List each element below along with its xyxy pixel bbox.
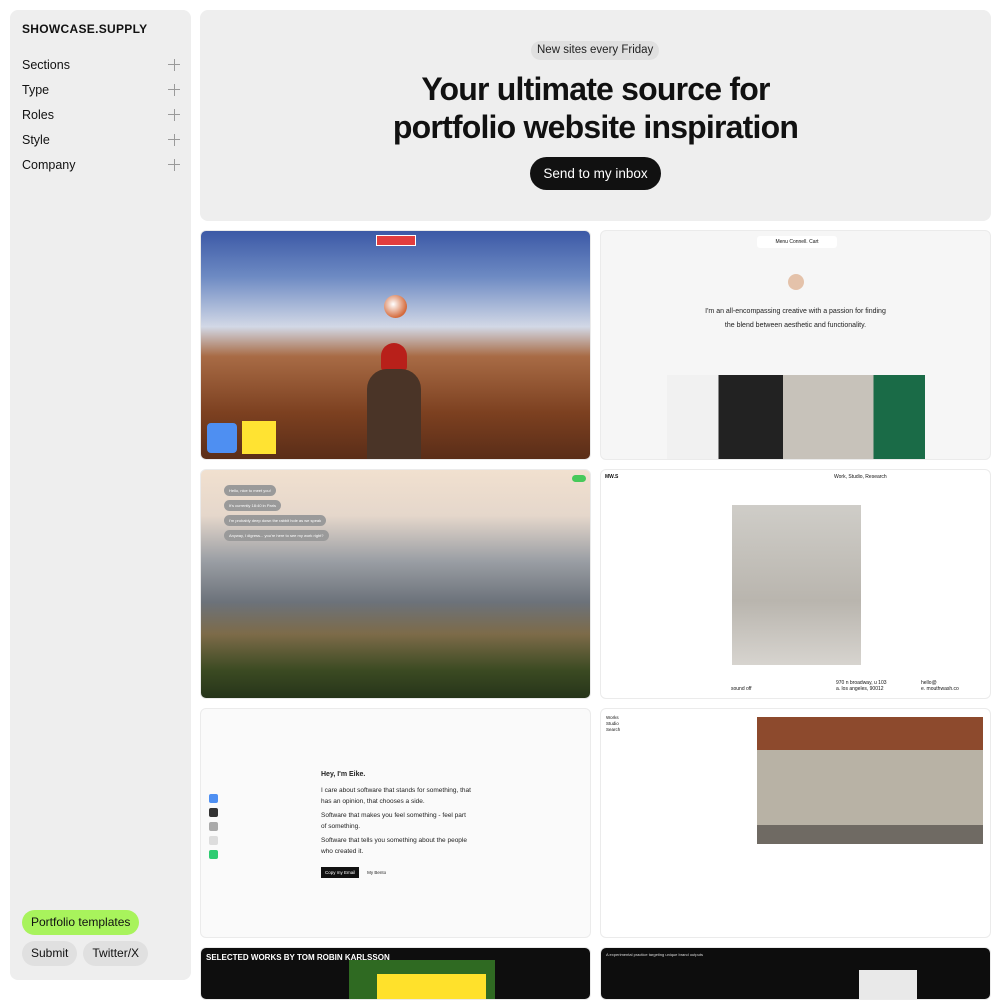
showcase-card[interactable]: Hey, I'm Eike. I care about software tha… <box>200 708 591 938</box>
chat-bubble: It's currently 18:40 in Paris <box>224 500 282 511</box>
figure-hat <box>381 343 407 371</box>
hero-title: Your ultimate source for portfolio websi… <box>200 70 991 146</box>
chat-bubble: Hello, nice to meet you! <box>224 485 276 496</box>
site-logo-thumb <box>376 235 416 246</box>
site-logo[interactable]: SHOWCASE.SUPPLY <box>22 22 147 36</box>
showcase-card[interactable]: MW.S Work, Studio, Research sound off 97… <box>600 469 991 699</box>
hero-panel: New sites every Friday Your ultimate sou… <box>200 10 991 221</box>
new-sites-badge: New sites every Friday <box>531 41 660 60</box>
avatar <box>788 274 804 290</box>
filter-roles[interactable]: Roles <box>22 102 180 127</box>
showcase-card[interactable]: SELECTED WORKS BY TOM ROBIN KARLSSON <box>200 947 591 1000</box>
filter-list: Sections Type Roles Style Company <box>22 52 180 177</box>
showcase-card[interactable]: Works Studio Search <box>600 708 991 938</box>
chat-bubble: Anyway, I digress... you're here to see … <box>224 530 329 541</box>
app-icon <box>209 836 218 845</box>
filter-style[interactable]: Style <box>22 127 180 152</box>
thumb-nav: Work, Studio, Research <box>834 474 887 480</box>
chat-bubble: I'm probably deep down the rabbit hole a… <box>224 515 327 526</box>
hero-title-line: portfolio website inspiration <box>392 109 799 145</box>
filter-label: Company <box>22 157 76 172</box>
showcase-card[interactable]: Hello, nice to meet you! It's currently … <box>200 469 591 699</box>
plus-icon <box>168 133 180 146</box>
app-icon <box>209 808 218 817</box>
app-icon <box>209 794 218 803</box>
project-collage <box>667 375 925 459</box>
send-to-inbox-button[interactable]: Send to my inbox <box>530 157 661 190</box>
hero-title-line: Your ultimate source for <box>421 71 770 107</box>
showcase-card[interactable]: Menu Connell. Cart I'm an all-encompassi… <box>600 230 991 460</box>
copy-email-button: Copy my Email <box>321 867 360 878</box>
thumb-footer-text: e. mouthwash.co <box>921 686 959 692</box>
thumb-intro-line: the blend between aesthetic and function… <box>724 322 867 329</box>
plus-icon <box>168 158 180 171</box>
product-photo <box>732 505 861 665</box>
thumb-footer-text: sound off <box>731 686 752 692</box>
sidebar: SHOWCASE.SUPPLY Sections Type Roles Styl… <box>10 10 191 980</box>
thumb-nav-item: Search <box>606 727 621 732</box>
plus-icon <box>168 83 180 96</box>
filter-label: Roles <box>22 107 54 122</box>
thumb-nav: Menu Connell. Cart <box>757 236 837 248</box>
cartoon-face-icon <box>207 423 237 453</box>
thumb-paragraph: Software that makes you feel something -… <box>321 812 466 830</box>
thumb-brand: MW.S <box>605 474 619 480</box>
plus-icon <box>168 58 180 71</box>
project-image <box>377 974 486 999</box>
bento-link: My Bento <box>367 870 387 875</box>
project-image <box>859 970 917 999</box>
sticky-note <box>242 421 276 454</box>
toggle-switch <box>572 475 586 482</box>
thumb-paragraph: I care about software that stands for so… <box>321 787 471 805</box>
portfolio-templates-button[interactable]: Portfolio templates <box>22 910 140 935</box>
sphere-graphic <box>384 295 407 318</box>
app-icon <box>209 822 218 831</box>
showcase-card[interactable]: A experimental practice targeting unique… <box>600 947 991 1000</box>
thumb-intro: I'm an all-encompassing creative with a … <box>661 305 930 333</box>
building-photo <box>757 717 983 844</box>
filter-label: Style <box>22 132 50 147</box>
thumb-paragraph: Software that tells you something about … <box>321 837 467 855</box>
figure-body <box>367 369 421 459</box>
thumb-intro: Hey, I'm Eike. I care about software tha… <box>321 769 471 878</box>
thumb-nav: Works Studio Search <box>606 715 620 733</box>
showcase-card[interactable] <box>200 230 591 460</box>
thumb-intro-line: I'm an all-encompassing creative with a … <box>705 308 886 315</box>
filter-type[interactable]: Type <box>22 77 180 102</box>
filter-company[interactable]: Company <box>22 152 180 177</box>
thumb-heading: Hey, I'm Eike. <box>321 771 366 778</box>
filter-label: Type <box>22 82 50 97</box>
thumb-footer-text: a. los angeles, 90012 <box>836 686 884 692</box>
submit-button[interactable]: Submit <box>22 941 78 966</box>
filter-sections[interactable]: Sections <box>22 52 180 77</box>
app-icon <box>209 850 218 859</box>
thumb-tagline: A experimental practice targeting unique… <box>606 952 703 957</box>
plus-icon <box>168 108 180 121</box>
filter-label: Sections <box>22 57 70 72</box>
twitter-button[interactable]: Twitter/X <box>83 941 149 966</box>
sidebar-actions: Portfolio templates Submit Twitter/X <box>22 910 187 966</box>
